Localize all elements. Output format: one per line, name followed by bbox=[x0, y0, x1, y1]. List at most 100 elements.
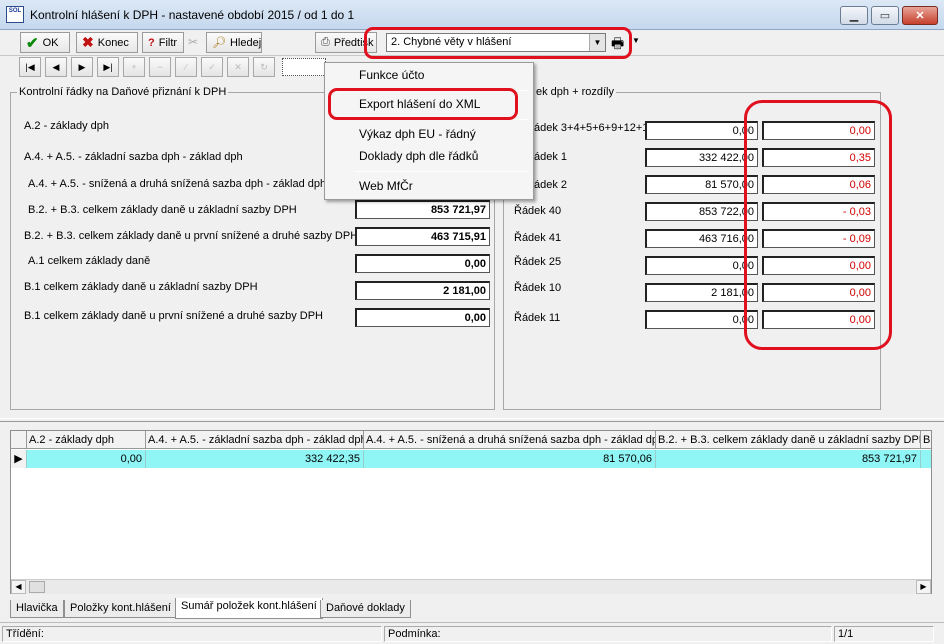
minus-icon: − bbox=[157, 62, 163, 72]
table-cell[interactable]: 853 721,97 bbox=[656, 450, 921, 468]
table-cell[interactable]: 81 570,06 bbox=[364, 450, 656, 468]
first-icon: |◀ bbox=[25, 61, 35, 72]
minimize-icon: ▁ bbox=[849, 10, 859, 22]
status-bar: Třídění: Podmínka: 1/1 bbox=[0, 622, 944, 644]
line-label: Řádek 25 bbox=[514, 256, 562, 268]
delete-record-button[interactable]: − bbox=[149, 57, 171, 77]
app-logo-icon: SOL bbox=[6, 6, 24, 23]
column-header[interactable]: B bbox=[921, 431, 931, 449]
value-field[interactable]: 0,00 bbox=[355, 308, 490, 327]
menu-item-web-mfcr[interactable]: Web MfČr bbox=[359, 179, 413, 193]
data-grid[interactable]: A.2 - základy dph A.4. + A.5. - základní… bbox=[10, 430, 932, 594]
filtr-label: Filtr bbox=[158, 36, 178, 49]
row-label: A.4. + A.5. - snížená a druhá snížená sa… bbox=[28, 178, 327, 190]
filtr-button[interactable]: ? Filtr bbox=[142, 32, 184, 53]
refresh-icon: ↻ bbox=[260, 61, 268, 72]
line-label: Řádek 40 bbox=[514, 205, 562, 217]
column-header[interactable]: A.4. + A.5. - snížená a druhá snížená sa… bbox=[364, 431, 656, 449]
value-field[interactable]: 463 715,91 bbox=[355, 227, 490, 246]
line-value-field[interactable]: 81 570,00 bbox=[645, 175, 758, 194]
condition-status: Podmínka: bbox=[384, 626, 832, 642]
highlight-export bbox=[328, 88, 518, 120]
last-record-button[interactable]: ▶| bbox=[97, 57, 119, 77]
bottom-tabs: Hlavička Položky kont.hlášení Sumář polo… bbox=[0, 598, 944, 620]
prev-record-button[interactable]: ◀ bbox=[45, 57, 67, 77]
value-field[interactable]: 0,00 bbox=[355, 254, 490, 273]
tab-danove-doklady[interactable]: Daňové doklady bbox=[320, 600, 411, 618]
menu-item-funkce-ucto[interactable]: Funkce účto bbox=[359, 68, 424, 82]
table-cell[interactable] bbox=[921, 450, 931, 468]
title-bar: SOL Kontrolní hlášení k DPH - nastavené … bbox=[0, 0, 944, 30]
checkmark-icon: ✔ bbox=[26, 34, 39, 52]
row-label: B.1 celkem základy daně u základní sazby… bbox=[24, 281, 258, 293]
scroll-left-icon[interactable]: ◀ bbox=[11, 580, 26, 594]
line-label: Řádek 41 bbox=[514, 232, 562, 244]
line-value-field[interactable]: 0,00 bbox=[645, 121, 758, 140]
maximize-icon: ▭ bbox=[879, 10, 891, 22]
left-panel-title: Kontrolní řádky na Daňové přiznání k DPH bbox=[17, 86, 229, 98]
window-title: Kontrolní hlášení k DPH - nastavené obdo… bbox=[30, 8, 355, 22]
row-label: A.2 - základy dph bbox=[24, 120, 109, 132]
column-header[interactable]: A.4. + A.5. - základní sazba dph - zákla… bbox=[146, 431, 364, 449]
first-record-button[interactable]: |◀ bbox=[19, 57, 41, 77]
line-label: ádek 3+4+5+6+9+12+13 bbox=[534, 122, 655, 134]
focus-field[interactable] bbox=[282, 58, 326, 76]
tab-polozky[interactable]: Položky kont.hlášení bbox=[64, 600, 177, 618]
scroll-right-icon[interactable]: ▶ bbox=[916, 580, 931, 594]
row-label: B.1 celkem základy daně u první snížené … bbox=[24, 310, 323, 322]
refresh-button[interactable]: ↻ bbox=[253, 57, 275, 77]
line-value-field[interactable]: 0,00 bbox=[645, 310, 758, 329]
cross-icon: ✖ bbox=[82, 34, 94, 50]
post-record-button[interactable]: ✓ bbox=[201, 57, 223, 77]
maximize-button[interactable]: ▭ bbox=[871, 6, 899, 25]
highlight-combo bbox=[364, 27, 632, 59]
scissors-icon: ✂ bbox=[188, 35, 199, 49]
add-record-button[interactable]: + bbox=[123, 57, 145, 77]
close-window-button[interactable]: ✕ bbox=[902, 6, 938, 25]
hledej-label: Hledej bbox=[229, 36, 262, 49]
next-icon: ▶ bbox=[78, 61, 86, 72]
record-position: 1/1 bbox=[834, 626, 934, 642]
plus-icon: + bbox=[131, 62, 137, 72]
line-value-field[interactable]: 332 422,00 bbox=[645, 148, 758, 167]
cancel-icon: ✕ bbox=[234, 61, 242, 72]
tab-hlavicka[interactable]: Hlavička bbox=[10, 600, 64, 618]
edit-record-button[interactable]: ∕ bbox=[175, 57, 197, 77]
ok-button[interactable]: ✔ OK bbox=[20, 32, 70, 53]
hledej-button[interactable]: 🔎︎ Hledej bbox=[206, 32, 262, 53]
value-field[interactable]: 2 181,00 bbox=[355, 281, 490, 300]
edit-icon: ∕ bbox=[185, 62, 187, 72]
line-label: Řádek 11 bbox=[514, 312, 561, 324]
sort-status: Třídění: bbox=[2, 626, 382, 642]
line-value-field[interactable]: 0,00 bbox=[645, 256, 758, 275]
line-value-field[interactable]: 853 722,00 bbox=[645, 202, 758, 221]
row-label: B.2. + B.3. celkem základy daně u základ… bbox=[28, 204, 297, 216]
column-header[interactable]: B.2. + B.3. celkem základy daně u základ… bbox=[656, 431, 921, 449]
konec-button[interactable]: ✖ Konec bbox=[76, 32, 138, 53]
minimize-button[interactable]: ▁ bbox=[840, 6, 868, 25]
konec-label: Konec bbox=[97, 36, 129, 49]
table-row[interactable]: ▶ 0,00 332 422,35 81 570,06 853 721,97 bbox=[11, 450, 931, 468]
column-header[interactable]: A.2 - základy dph bbox=[27, 431, 146, 449]
menu-item-doklady-dph[interactable]: Doklady dph dle řádků bbox=[359, 149, 478, 163]
next-record-button[interactable]: ▶ bbox=[71, 57, 93, 77]
value-field[interactable]: 853 721,97 bbox=[355, 200, 490, 219]
line-value-field[interactable]: 463 716,00 bbox=[645, 229, 758, 248]
table-cell[interactable]: 0,00 bbox=[27, 450, 146, 468]
right-panel-title: ek dph + rozdíly bbox=[534, 86, 616, 98]
highlight-diffs bbox=[744, 100, 892, 350]
line-value-field[interactable]: 2 181,00 bbox=[645, 283, 758, 302]
print-dropdown-arrow-icon[interactable]: ▼ bbox=[632, 36, 640, 45]
last-icon: ▶| bbox=[103, 61, 113, 72]
tab-sumar[interactable]: Sumář položek kont.hlášení bbox=[175, 598, 323, 619]
row-indicator-icon: ▶ bbox=[11, 450, 27, 468]
grid-header: A.2 - základy dph A.4. + A.5. - základní… bbox=[11, 431, 931, 449]
scroll-thumb[interactable] bbox=[29, 581, 45, 593]
cancel-record-button[interactable]: ✕ bbox=[227, 57, 249, 77]
splitter[interactable] bbox=[0, 418, 944, 422]
menu-item-vykaz-dph-eu[interactable]: Výkaz dph EU - řádný bbox=[359, 127, 476, 141]
row-label: A.4. + A.5. - základní sazba dph - zákla… bbox=[24, 151, 243, 163]
table-cell[interactable]: 332 422,35 bbox=[146, 450, 364, 468]
line-label: ádek 1 bbox=[534, 151, 568, 163]
horizontal-scrollbar[interactable]: ◀ ▶ bbox=[11, 579, 931, 594]
